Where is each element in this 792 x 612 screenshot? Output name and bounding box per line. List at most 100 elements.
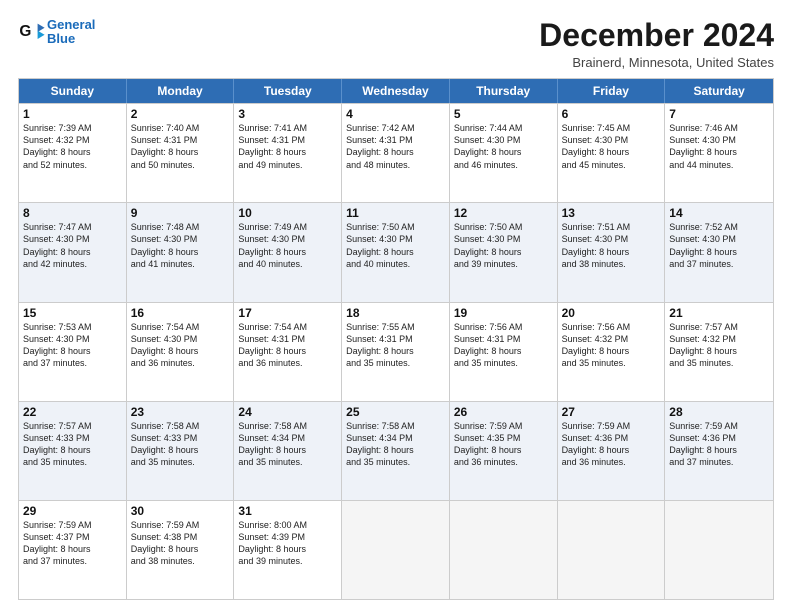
calendar-cell: 10Sunrise: 7:49 AMSunset: 4:30 PMDayligh… bbox=[234, 203, 342, 301]
cell-line: Sunrise: 7:47 AM bbox=[23, 221, 122, 233]
cell-line: and 35 minutes. bbox=[346, 357, 445, 369]
cell-line: and 40 minutes. bbox=[346, 258, 445, 270]
cell-line: Sunrise: 7:41 AM bbox=[238, 122, 337, 134]
day-number: 26 bbox=[454, 405, 553, 419]
day-number: 24 bbox=[238, 405, 337, 419]
cell-line: Daylight: 8 hours bbox=[346, 444, 445, 456]
cell-info: Sunrise: 7:42 AMSunset: 4:31 PMDaylight:… bbox=[346, 122, 445, 171]
cell-line: and 48 minutes. bbox=[346, 159, 445, 171]
cell-line: Sunset: 4:38 PM bbox=[131, 531, 230, 543]
cell-line: Sunrise: 7:58 AM bbox=[131, 420, 230, 432]
calendar-cell: 24Sunrise: 7:58 AMSunset: 4:34 PMDayligh… bbox=[234, 402, 342, 500]
day-number: 17 bbox=[238, 306, 337, 320]
cell-line: Daylight: 8 hours bbox=[454, 444, 553, 456]
calendar-cell: 3Sunrise: 7:41 AMSunset: 4:31 PMDaylight… bbox=[234, 104, 342, 202]
logo-general: General bbox=[47, 18, 95, 32]
cell-line: Daylight: 8 hours bbox=[669, 345, 769, 357]
cell-info: Sunrise: 7:59 AMSunset: 4:36 PMDaylight:… bbox=[669, 420, 769, 469]
cell-line: Daylight: 8 hours bbox=[23, 444, 122, 456]
cell-line: and 37 minutes. bbox=[669, 456, 769, 468]
day-number: 19 bbox=[454, 306, 553, 320]
cell-line: Sunset: 4:30 PM bbox=[238, 233, 337, 245]
cell-line: Sunrise: 7:53 AM bbox=[23, 321, 122, 333]
cell-line: Sunset: 4:32 PM bbox=[669, 333, 769, 345]
cell-line: Daylight: 8 hours bbox=[23, 246, 122, 258]
calendar-cell: 21Sunrise: 7:57 AMSunset: 4:32 PMDayligh… bbox=[665, 303, 773, 401]
cell-line: Sunset: 4:34 PM bbox=[238, 432, 337, 444]
cell-line: and 35 minutes. bbox=[238, 456, 337, 468]
day-number: 4 bbox=[346, 107, 445, 121]
day-number: 22 bbox=[23, 405, 122, 419]
header-day-thursday: Thursday bbox=[450, 79, 558, 103]
cell-line: and 38 minutes. bbox=[562, 258, 661, 270]
cell-line: Sunset: 4:32 PM bbox=[562, 333, 661, 345]
cell-line: Sunset: 4:30 PM bbox=[454, 134, 553, 146]
logo-text-block: General Blue bbox=[47, 18, 95, 47]
day-number: 18 bbox=[346, 306, 445, 320]
cell-line: and 45 minutes. bbox=[562, 159, 661, 171]
cell-line: Daylight: 8 hours bbox=[23, 146, 122, 158]
calendar-cell: 6Sunrise: 7:45 AMSunset: 4:30 PMDaylight… bbox=[558, 104, 666, 202]
cell-line: Sunrise: 7:57 AM bbox=[23, 420, 122, 432]
cell-line: Daylight: 8 hours bbox=[669, 146, 769, 158]
calendar-row-3: 22Sunrise: 7:57 AMSunset: 4:33 PMDayligh… bbox=[19, 401, 773, 500]
calendar-cell: 15Sunrise: 7:53 AMSunset: 4:30 PMDayligh… bbox=[19, 303, 127, 401]
day-number: 15 bbox=[23, 306, 122, 320]
cell-line: and 36 minutes. bbox=[562, 456, 661, 468]
cell-info: Sunrise: 7:57 AMSunset: 4:33 PMDaylight:… bbox=[23, 420, 122, 469]
calendar-cell: 22Sunrise: 7:57 AMSunset: 4:33 PMDayligh… bbox=[19, 402, 127, 500]
cell-line: Daylight: 8 hours bbox=[454, 345, 553, 357]
cell-line: and 41 minutes. bbox=[131, 258, 230, 270]
day-number: 6 bbox=[562, 107, 661, 121]
cell-line: Sunset: 4:30 PM bbox=[669, 134, 769, 146]
cell-info: Sunrise: 7:53 AMSunset: 4:30 PMDaylight:… bbox=[23, 321, 122, 370]
page: G General Blue December 2024 Brainerd, M… bbox=[0, 0, 792, 612]
day-number: 23 bbox=[131, 405, 230, 419]
cell-line: Sunrise: 7:49 AM bbox=[238, 221, 337, 233]
cell-line: Daylight: 8 hours bbox=[669, 246, 769, 258]
cell-info: Sunrise: 7:59 AMSunset: 4:35 PMDaylight:… bbox=[454, 420, 553, 469]
cell-line: Sunset: 4:31 PM bbox=[238, 333, 337, 345]
header-day-saturday: Saturday bbox=[665, 79, 773, 103]
cell-line: Sunrise: 7:46 AM bbox=[669, 122, 769, 134]
day-number: 13 bbox=[562, 206, 661, 220]
cell-info: Sunrise: 7:58 AMSunset: 4:34 PMDaylight:… bbox=[346, 420, 445, 469]
cell-line: Sunset: 4:31 PM bbox=[346, 134, 445, 146]
cell-info: Sunrise: 7:48 AMSunset: 4:30 PMDaylight:… bbox=[131, 221, 230, 270]
day-number: 8 bbox=[23, 206, 122, 220]
cell-info: Sunrise: 7:57 AMSunset: 4:32 PMDaylight:… bbox=[669, 321, 769, 370]
cell-info: Sunrise: 7:55 AMSunset: 4:31 PMDaylight:… bbox=[346, 321, 445, 370]
cell-info: Sunrise: 7:56 AMSunset: 4:32 PMDaylight:… bbox=[562, 321, 661, 370]
cell-info: Sunrise: 7:54 AMSunset: 4:31 PMDaylight:… bbox=[238, 321, 337, 370]
cell-line: Sunrise: 7:54 AM bbox=[238, 321, 337, 333]
calendar-cell: 12Sunrise: 7:50 AMSunset: 4:30 PMDayligh… bbox=[450, 203, 558, 301]
cell-line: Daylight: 8 hours bbox=[131, 246, 230, 258]
cell-line: Daylight: 8 hours bbox=[562, 444, 661, 456]
cell-line: Sunrise: 7:39 AM bbox=[23, 122, 122, 134]
header-day-wednesday: Wednesday bbox=[342, 79, 450, 103]
cell-info: Sunrise: 7:46 AMSunset: 4:30 PMDaylight:… bbox=[669, 122, 769, 171]
cell-line: Sunset: 4:36 PM bbox=[669, 432, 769, 444]
day-number: 5 bbox=[454, 107, 553, 121]
cell-line: Daylight: 8 hours bbox=[131, 146, 230, 158]
cell-info: Sunrise: 7:45 AMSunset: 4:30 PMDaylight:… bbox=[562, 122, 661, 171]
day-number: 30 bbox=[131, 504, 230, 518]
cell-line: and 37 minutes. bbox=[669, 258, 769, 270]
calendar-cell: 19Sunrise: 7:56 AMSunset: 4:31 PMDayligh… bbox=[450, 303, 558, 401]
cell-line: Daylight: 8 hours bbox=[131, 444, 230, 456]
cell-line: Daylight: 8 hours bbox=[238, 246, 337, 258]
calendar-cell bbox=[558, 501, 666, 599]
calendar-cell: 16Sunrise: 7:54 AMSunset: 4:30 PMDayligh… bbox=[127, 303, 235, 401]
cell-line: Sunset: 4:30 PM bbox=[346, 233, 445, 245]
calendar-cell: 30Sunrise: 7:59 AMSunset: 4:38 PMDayligh… bbox=[127, 501, 235, 599]
cell-line: and 35 minutes. bbox=[131, 456, 230, 468]
calendar-cell: 7Sunrise: 7:46 AMSunset: 4:30 PMDaylight… bbox=[665, 104, 773, 202]
cell-line: Sunrise: 7:52 AM bbox=[669, 221, 769, 233]
day-number: 11 bbox=[346, 206, 445, 220]
cell-info: Sunrise: 7:58 AMSunset: 4:34 PMDaylight:… bbox=[238, 420, 337, 469]
cell-line: Sunset: 4:31 PM bbox=[454, 333, 553, 345]
cell-line: and 39 minutes. bbox=[454, 258, 553, 270]
svg-text:G: G bbox=[19, 23, 31, 40]
cell-line: Sunset: 4:30 PM bbox=[562, 233, 661, 245]
cell-line: Sunset: 4:36 PM bbox=[562, 432, 661, 444]
